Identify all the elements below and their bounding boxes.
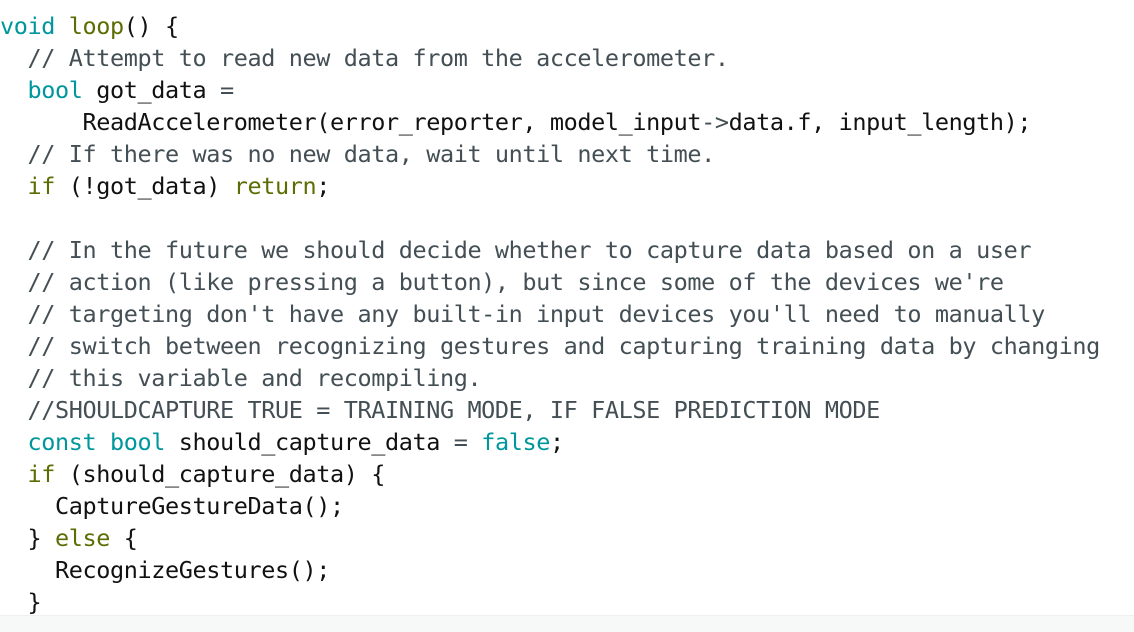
code-token: (!got_data) [55, 172, 234, 200]
code-line[interactable]: // switch between recognizing gestures a… [0, 330, 1100, 362]
code-line[interactable]: // If there was no new data, wait until … [0, 138, 715, 170]
code-editor[interactable]: void loop() { // Attempt to read new dat… [0, 0, 1134, 618]
code-token: void [0, 12, 55, 40]
code-line[interactable]: // this variable and recompiling. [0, 362, 481, 394]
code-token: bool [27, 76, 83, 104]
code-token: = [453, 428, 468, 456]
code-comment: // action (like pressing a button), but … [0, 268, 1004, 296]
code-token: RecognizeGestures(); [0, 556, 330, 584]
code-token: ReadAccelerometer(error_reporter, model_… [0, 108, 702, 136]
code-line[interactable]: // targeting don't have any built-in inp… [0, 298, 1045, 330]
code-token: } [0, 524, 55, 552]
code-line[interactable]: CaptureGestureData(); [0, 490, 344, 522]
code-line[interactable]: void loop() { [0, 10, 179, 42]
code-token: bool [110, 428, 165, 456]
code-token: (should_capture_data) { [55, 460, 386, 488]
code-token: should_capture_data [165, 428, 454, 456]
code-token: ; [549, 428, 564, 456]
code-token: if [27, 460, 56, 488]
code-token: () { [123, 12, 179, 40]
code-line[interactable]: } [0, 586, 41, 618]
code-token: else [55, 524, 110, 552]
code-token: CaptureGestureData(); [0, 492, 344, 520]
code-token: = [219, 76, 234, 104]
code-comment: // Attempt to read new data from the acc… [0, 44, 729, 72]
code-line[interactable]: const bool should_capture_data = false; [0, 426, 565, 458]
code-line[interactable]: ReadAccelerometer(error_reporter, model_… [0, 106, 1031, 138]
code-token: ; [316, 172, 330, 200]
code-token: if [27, 172, 56, 200]
code-token: const [27, 428, 97, 456]
code-comment: // this variable and recompiling. [0, 364, 482, 392]
code-token: -> [701, 108, 729, 136]
code-comment: // In the future we should decide whethe… [0, 236, 1032, 264]
code-line[interactable]: // Attempt to read new data from the acc… [0, 42, 729, 74]
code-line[interactable]: // In the future we should decide whethe… [0, 234, 1031, 266]
code-comment: // switch between recognizing gestures a… [0, 332, 1100, 360]
code-token: false [481, 428, 550, 456]
code-line[interactable]: } else { [0, 522, 138, 554]
code-token: { [110, 524, 138, 552]
code-token: data.f, input_length); [728, 108, 1032, 136]
code-line[interactable]: // action (like pressing a button), but … [0, 266, 1004, 298]
editor-bottom-strip [0, 615, 1134, 632]
code-token: return [233, 172, 317, 200]
code-token: got_data [82, 76, 220, 104]
code-line[interactable]: RecognizeGestures(); [0, 554, 330, 586]
code-line[interactable]: if (should_capture_data) { [0, 458, 386, 490]
code-token: } [0, 588, 42, 616]
code-line[interactable]: bool got_data = [0, 74, 235, 106]
code-token: loop [68, 12, 124, 40]
code-line[interactable]: if (!got_data) return; [0, 170, 331, 202]
code-line[interactable]: //SHOULDCAPTURE TRUE = TRAINING MODE, IF… [0, 394, 880, 426]
code-comment: //SHOULDCAPTURE TRUE = TRAINING MODE, IF… [0, 396, 880, 424]
code-comment: // If there was no new data, wait until … [0, 140, 715, 168]
code-comment: // targeting don't have any built-in inp… [0, 300, 1045, 328]
